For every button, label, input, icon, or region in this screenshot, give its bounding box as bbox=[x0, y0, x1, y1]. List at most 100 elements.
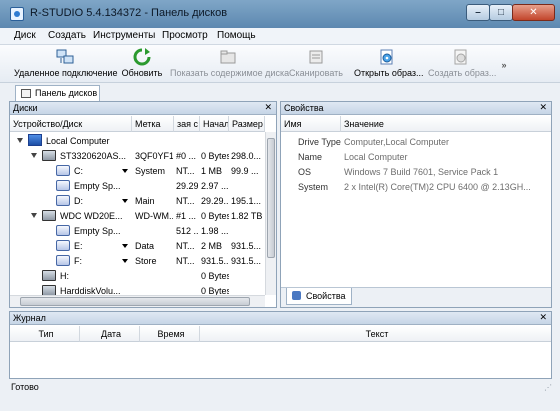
column-label[interactable]: Метка bbox=[132, 116, 174, 132]
scan-button[interactable]: Сканировать bbox=[288, 48, 344, 78]
volume-icon bbox=[56, 180, 70, 191]
cell-label: Main bbox=[135, 196, 155, 206]
device-name: Empty Sp... bbox=[74, 181, 121, 191]
table-row[interactable]: ST3320620AS... 3QF0YF1F#0 ... 0 Bytes298.0… bbox=[10, 149, 265, 164]
column-device-label: Устройство/Диск bbox=[13, 119, 83, 129]
cell-start: 2.97 ... bbox=[201, 181, 229, 191]
property-name: Name bbox=[298, 152, 323, 162]
cell-size: 298.0... bbox=[231, 151, 262, 161]
create-image-button[interactable]: Создать образ... bbox=[428, 48, 496, 78]
table-row[interactable]: Empty Sp... 512 ...1.98 ... bbox=[10, 224, 265, 239]
table-row[interactable]: E: Data NT... 2 MB 931.5... bbox=[10, 239, 265, 254]
column-size[interactable]: Размер bbox=[229, 116, 265, 132]
refresh-icon bbox=[133, 48, 151, 66]
expand-arrow-icon[interactable] bbox=[31, 213, 37, 218]
device-name: Local Computer bbox=[46, 136, 110, 146]
dropdown-arrow-icon[interactable] bbox=[122, 199, 128, 203]
computer-icon bbox=[28, 134, 42, 146]
toolbar-overflow-button[interactable]: » bbox=[499, 48, 509, 70]
disks-panel-title: Диски bbox=[13, 103, 38, 113]
minimize-button[interactable]: – bbox=[466, 4, 490, 21]
close-icon[interactable]: ✕ bbox=[539, 312, 547, 323]
window-title: R-STUDIO 5.4.134372 - Панель дисков bbox=[30, 7, 228, 19]
menu-disk[interactable]: Диск bbox=[14, 30, 36, 41]
title-bar: R-STUDIO 5.4.134372 - Панель дисков – □ … bbox=[0, 0, 560, 28]
property-row[interactable]: System 2 x Intel(R) Core(TM)2 CPU 6400 @ … bbox=[281, 180, 551, 195]
column-fs-label: зая с bbox=[177, 119, 199, 129]
app-icon bbox=[10, 7, 24, 21]
close-button[interactable]: ✕ bbox=[512, 4, 555, 21]
dropdown-arrow-icon[interactable] bbox=[122, 259, 128, 263]
disks-horizontal-scrollbar[interactable] bbox=[10, 295, 265, 307]
table-row[interactable]: D: Main NT... 29.29... 195.1... bbox=[10, 194, 265, 209]
column-fs[interactable]: зая с bbox=[174, 116, 200, 132]
device-name: ST3320620AS... bbox=[60, 151, 127, 161]
column-size-label: Размер bbox=[232, 119, 263, 129]
volume-icon bbox=[56, 165, 70, 176]
properties-panel-title: Свойства bbox=[284, 103, 324, 113]
tab-disk-panel[interactable]: Панель дисков bbox=[15, 85, 100, 101]
close-icon[interactable]: ✕ bbox=[539, 102, 547, 113]
device-name: Empty Sp... bbox=[74, 226, 121, 236]
table-row[interactable]: F: Store NT... 931.5... 931.5... bbox=[10, 254, 265, 269]
log-column-date[interactable]: Дата bbox=[80, 326, 140, 342]
table-row[interactable]: C: System NT... 1 MB 99.9 ... bbox=[10, 164, 265, 179]
dropdown-arrow-icon[interactable] bbox=[122, 244, 128, 248]
folder-view-icon bbox=[219, 48, 237, 66]
property-row[interactable]: Name Local Computer bbox=[281, 150, 551, 165]
dropdown-arrow-icon[interactable] bbox=[122, 169, 128, 173]
maximize-icon: □ bbox=[497, 7, 505, 18]
menu-help[interactable]: Помощь bbox=[217, 30, 256, 41]
log-column-text-label: Текст bbox=[365, 329, 389, 339]
properties-panel: Свойства ✕ Имя Значение Drive Type Comput… bbox=[280, 101, 552, 308]
network-connect-icon bbox=[56, 48, 74, 66]
hard-disk-icon bbox=[42, 210, 56, 221]
property-value: Computer,Local Computer bbox=[344, 137, 450, 147]
column-start[interactable]: Начало bbox=[200, 116, 229, 132]
menu-create[interactable]: Создать bbox=[48, 30, 86, 41]
device-name: WDC WD20E... bbox=[60, 211, 123, 221]
show-disk-contents-label: Показать содержимое диска bbox=[170, 68, 290, 78]
cell-label: 3QF0YF1F bbox=[135, 151, 173, 161]
device-name: H: bbox=[60, 271, 69, 281]
scroll-thumb[interactable] bbox=[20, 297, 250, 306]
refresh-label: Обновить bbox=[121, 68, 163, 78]
column-value[interactable]: Значение bbox=[341, 116, 551, 132]
menu-tools[interactable]: Инструменты bbox=[93, 30, 155, 41]
expand-arrow-icon[interactable] bbox=[17, 138, 23, 143]
cell-fs: 512 ... bbox=[176, 226, 198, 236]
cell-fs: NT... bbox=[176, 196, 195, 206]
property-value: Windows 7 Build 7601, Service Pack 1 bbox=[344, 167, 499, 177]
column-device[interactable]: Устройство/Диск bbox=[10, 116, 132, 132]
show-disk-contents-button[interactable]: Показать содержимое диска bbox=[170, 48, 289, 78]
table-row[interactable]: WDC WD20E... WD-WM... #1 ... 0 Bytes 1.82 TB bbox=[10, 209, 265, 224]
scan-icon bbox=[307, 48, 325, 66]
tab-properties[interactable]: Свойства bbox=[286, 288, 352, 305]
maximize-button[interactable]: □ bbox=[489, 4, 513, 21]
scroll-thumb[interactable] bbox=[267, 138, 275, 258]
column-label-label: Метка bbox=[135, 119, 161, 129]
table-row[interactable]: Local Computer bbox=[10, 134, 265, 149]
disks-vertical-scrollbar[interactable] bbox=[265, 132, 276, 295]
open-image-label: Открыть образ... bbox=[354, 68, 424, 78]
menu-view[interactable]: Просмотр bbox=[162, 30, 208, 41]
remote-connect-button[interactable]: Удаленное подключение bbox=[14, 48, 117, 78]
close-icon[interactable]: ✕ bbox=[264, 102, 272, 113]
property-value: Local Computer bbox=[344, 152, 408, 162]
expand-arrow-icon[interactable] bbox=[31, 153, 37, 158]
cell-label: Store bbox=[135, 256, 157, 266]
open-image-button[interactable]: Открыть образ... bbox=[354, 48, 424, 78]
cell-size: 931.5... bbox=[231, 241, 262, 251]
table-row[interactable]: H: 0 Bytes bbox=[10, 269, 265, 284]
column-name[interactable]: Имя bbox=[281, 116, 341, 132]
cell-start: 0 Bytes bbox=[201, 211, 229, 221]
table-row[interactable]: Empty Sp... 29.29...2.97 ... bbox=[10, 179, 265, 194]
resize-grip-icon[interactable]: ⋰ bbox=[544, 383, 552, 392]
create-image-icon bbox=[452, 48, 470, 66]
log-column-time[interactable]: Время bbox=[140, 326, 200, 342]
property-row[interactable]: OS Windows 7 Build 7601, Service Pack 1 bbox=[281, 165, 551, 180]
log-column-text[interactable]: Текст bbox=[200, 326, 551, 342]
property-row[interactable]: Drive Type Computer,Local Computer bbox=[281, 135, 551, 150]
refresh-button[interactable]: Обновить bbox=[120, 48, 164, 78]
log-column-type[interactable]: Тип bbox=[10, 326, 80, 342]
